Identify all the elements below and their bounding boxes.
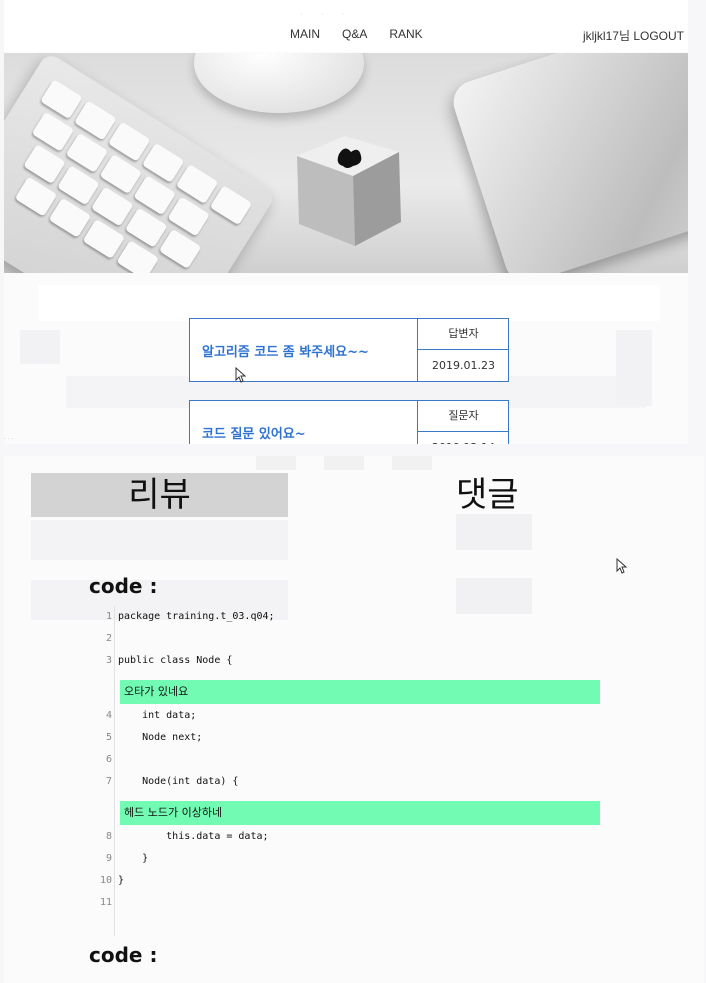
ghost-shadow-left [20, 330, 60, 364]
ghost-shadow-right [616, 330, 652, 406]
line-content: } [118, 853, 149, 864]
content-header-strip [38, 285, 660, 321]
line-content: } [118, 875, 125, 886]
question-title[interactable]: 알고리즘 코드 좀 봐주세요~~ [202, 341, 369, 360]
laptop-illustration [447, 53, 688, 273]
question-role: 답변자 [418, 319, 509, 350]
inline-review-comment[interactable]: 헤드 노드가 이상하네 [120, 801, 600, 825]
line-number: 8 [105, 831, 112, 842]
code-line: 11 [92, 897, 606, 917]
footer-text-fragment: · · · [4, 436, 14, 443]
code-heading: code : [89, 574, 158, 598]
line-content: int data; [118, 710, 197, 721]
code-line: 8 this.data = data; [92, 831, 606, 851]
line-number: 5 [105, 732, 112, 743]
code-line: 5 Node next; [92, 732, 606, 752]
line-number: 11 [99, 897, 112, 908]
line-number: 1 [105, 611, 112, 622]
line-number: 3 [105, 655, 112, 666]
line-number: 2 [105, 633, 112, 644]
line-number: 10 [99, 875, 112, 886]
qna-list-page: ··· MAIN Q&A RANK jkljkl17님 LOGOUT 알고리즘 … [4, 0, 688, 444]
line-content: this.data = data; [118, 831, 269, 842]
nav-rank-link[interactable]: RANK [389, 27, 422, 41]
nav-links: MAIN Q&A RANK [290, 27, 423, 41]
tab-comment[interactable]: 댓글 [456, 473, 519, 517]
code-line: 3 public class Node { [92, 655, 606, 675]
line-content: package training.t_03.q04; [118, 611, 275, 622]
code-line: 10 } [92, 875, 606, 895]
ghost-nav-shadow: ··· [300, 10, 363, 20]
cube-logo-icon [297, 136, 401, 246]
mouse-illustration [194, 53, 364, 113]
question-meta: 답변자 2019.01.23 [417, 319, 509, 381]
question-date: 2019.01.23 [432, 359, 495, 372]
code-line: 6 [92, 754, 606, 774]
nav-main-link[interactable]: MAIN [290, 27, 320, 41]
tab-review[interactable]: 리뷰 [31, 473, 288, 517]
code-heading: code : [89, 943, 158, 967]
code-line: 4 int data; [92, 710, 606, 730]
line-content: Node next; [118, 732, 203, 743]
code-line: 2 [92, 633, 606, 653]
inline-review-comment[interactable]: 오타가 있네요 [120, 680, 600, 704]
line-content: Node(int data) { [118, 776, 239, 787]
user-logout-link[interactable]: jkljkl17님 LOGOUT [583, 27, 684, 44]
hero-banner-image [4, 53, 688, 273]
line-number: 6 [105, 754, 112, 765]
question-role: 질문자 [418, 401, 509, 432]
mouse-cursor-icon [235, 367, 247, 383]
code-line: 7 Node(int data) { [92, 776, 606, 796]
code-line: 9 } [92, 853, 606, 873]
ghost-tab-shadow [456, 514, 532, 550]
mouse-cursor-icon [616, 558, 628, 574]
nav-qna-link[interactable]: Q&A [342, 27, 367, 41]
question-title[interactable]: 코드 질문 있어요~ [202, 423, 306, 442]
line-number: 7 [105, 776, 112, 787]
ghost-row-shadow [31, 520, 288, 560]
question-meta: 질문자 2019.12.14 [417, 401, 509, 444]
review-detail-page: 리뷰 댓글 code : 1 package training.t_03.q04… [4, 456, 704, 983]
ghost-nav-shadow [256, 456, 432, 470]
line-content: public class Node { [118, 655, 233, 666]
line-number: 9 [105, 853, 112, 864]
question-date: 2019.12.14 [418, 432, 509, 444]
top-nav-bar: ··· MAIN Q&A RANK jkljkl17님 LOGOUT [4, 0, 688, 52]
code-viewer: 1 package training.t_03.q04; 2 3 public … [92, 606, 606, 936]
line-number: 4 [105, 710, 112, 721]
code-line: 1 package training.t_03.q04; [92, 611, 606, 631]
question-card[interactable]: 코드 질문 있어요~ 질문자 2019.12.14 [189, 400, 509, 444]
